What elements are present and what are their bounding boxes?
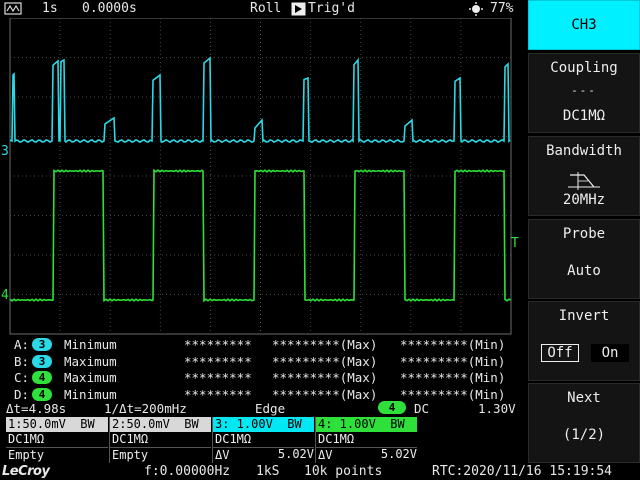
next-page-button[interactable]: Next (1/2) [528, 383, 640, 463]
invert-off-option[interactable]: Off [541, 344, 579, 362]
footer-bar: LeCroy f:0.00000Hz 1kS 10k points RTC:20… [0, 463, 640, 480]
measurement-max: *********(Max) [272, 353, 378, 369]
channel-coupling: DC1MΩ [318, 432, 355, 446]
probe-button[interactable]: Probe Auto [528, 219, 640, 299]
cursor-trigger-row: Δt=4.98s 1/Δt=200mHz Edge 4 DC 1.30V [0, 401, 526, 432]
channel-coupling: DC1MΩ [8, 432, 45, 446]
dc-coupling-icon: --- [571, 84, 597, 97]
measurement-value: ********* [184, 353, 252, 369]
acquisition-mode: Roll [250, 1, 282, 16]
measurement-max: *********(Max) [272, 337, 378, 352]
probe-title: Probe [562, 226, 606, 242]
bandwidth-button[interactable]: Bandwidth 20MHz [528, 136, 640, 216]
measurement-type: Maximum [64, 353, 117, 369]
invert-on-option[interactable]: On [591, 344, 629, 362]
trigger-type[interactable]: Edge [255, 401, 285, 417]
menu-page-indicator: (1/2) [562, 427, 606, 443]
bandwidth-value: 20MHz [562, 192, 606, 208]
status-bar: 1s 0.0000s Roll Trig'd 77% [0, 0, 526, 18]
trigger-coupling: DC [414, 401, 430, 416]
record-length: 10k points [304, 464, 383, 479]
invert-button[interactable]: Invert Off On [528, 301, 640, 381]
menu-header-ch3: CH3 [528, 0, 640, 50]
channel-3-info[interactable]: 3: 1.00V BW DC1MΩ ΔV 5.02V [212, 417, 314, 463]
cursor-inverse-delta-t: 1/Δt=200mHz [104, 401, 187, 416]
ch4-marker[interactable]: 4 [1, 288, 9, 303]
measurement-max: *********(Max) [272, 370, 378, 385]
trigger-level: 1.30V [478, 401, 516, 416]
trigger-source: 4 [378, 401, 407, 414]
measurement-row[interactable]: A: 3 Minimum ********* *********(Max) *******… [0, 337, 526, 353]
battery-icon [468, 0, 484, 18]
measurement-value: ********* [184, 337, 252, 352]
measurement-row[interactable]: B: 3 Maximum ********* *********(Max) *******… [0, 354, 526, 370]
horizontal-position[interactable]: 0.0000s [82, 0, 137, 18]
cursor-delta-t: Δt=4.98s [6, 401, 67, 416]
channel-coupling: DC1MΩ [112, 432, 149, 446]
measurement-min: *********(Min) [400, 353, 506, 369]
trigger-state: Trig'd [308, 1, 355, 16]
invert-title: Invert [558, 308, 610, 324]
measurement-min: *********(Min) [400, 370, 506, 385]
channel-delta-v [6, 447, 108, 462]
next-title: Next [567, 390, 601, 406]
channel-delta-v [110, 447, 211, 462]
channel-scale: 4: 1.00V BW [316, 417, 417, 432]
channel-coupling: DC1MΩ [215, 432, 252, 446]
coupling-title: Coupling [550, 60, 618, 76]
measurement-row[interactable]: C: 4 Maximum ********* *********(Max) *******… [0, 370, 526, 386]
channel-2-info[interactable]: 2:50.0mV BW DC1MΩ Empty [109, 417, 211, 463]
channel-1-info[interactable]: 1:50.0mV BW DC1MΩ Empty [6, 417, 108, 463]
play-icon[interactable] [291, 0, 306, 18]
waveform-display[interactable]: 3 4 T [0, 18, 526, 336]
measurement-type: Maximum [64, 370, 117, 385]
channel-delta-v: 5.02V [277, 447, 314, 461]
frequency-counter: f:0.00000Hz [144, 464, 231, 479]
bandwidth-title: Bandwidth [546, 143, 622, 159]
measurement-panel: A: 3 Minimum ********* *********(Max) *******… [0, 336, 526, 402]
battery-percent: 77% [490, 1, 514, 16]
rtc-clock: RTC:2020/11/16 15:19:54 [432, 464, 613, 479]
ch3-marker[interactable]: 3 [1, 144, 9, 159]
coupling-value: DC1MΩ [562, 108, 606, 124]
timebase-value[interactable]: 1s [42, 0, 58, 18]
brand-logo: LeCroy [2, 464, 50, 479]
scope-logo-icon [4, 0, 22, 18]
coupling-button[interactable]: Coupling --- DC1MΩ [528, 53, 640, 133]
channel-scale: 2:50.0mV BW [110, 417, 211, 432]
trigger-level-marker[interactable]: T [511, 236, 519, 251]
menu-header-label: CH3 [571, 17, 597, 33]
measurement-label: B: [14, 353, 30, 369]
ch4-waveform [9, 168, 512, 303]
measurement-label: C: [14, 370, 30, 385]
channel-scale: 1:50.0mV BW [6, 417, 108, 432]
probe-value: Auto [567, 263, 601, 279]
channel-delta-v: 5.02V [380, 447, 417, 461]
measurement-type: Minimum [64, 337, 117, 352]
measurement-value: ********* [184, 370, 252, 385]
channel-4-info[interactable]: 4: 1.00V BW DC1MΩ ΔV 5.02V [315, 417, 417, 463]
sample-rate: 1kS [256, 464, 280, 479]
graticule-grid [10, 18, 511, 334]
measurement-min: *********(Min) [400, 337, 506, 352]
channel-scale: 3: 1.00V BW [213, 417, 314, 432]
measurement-label: A: [14, 337, 30, 352]
